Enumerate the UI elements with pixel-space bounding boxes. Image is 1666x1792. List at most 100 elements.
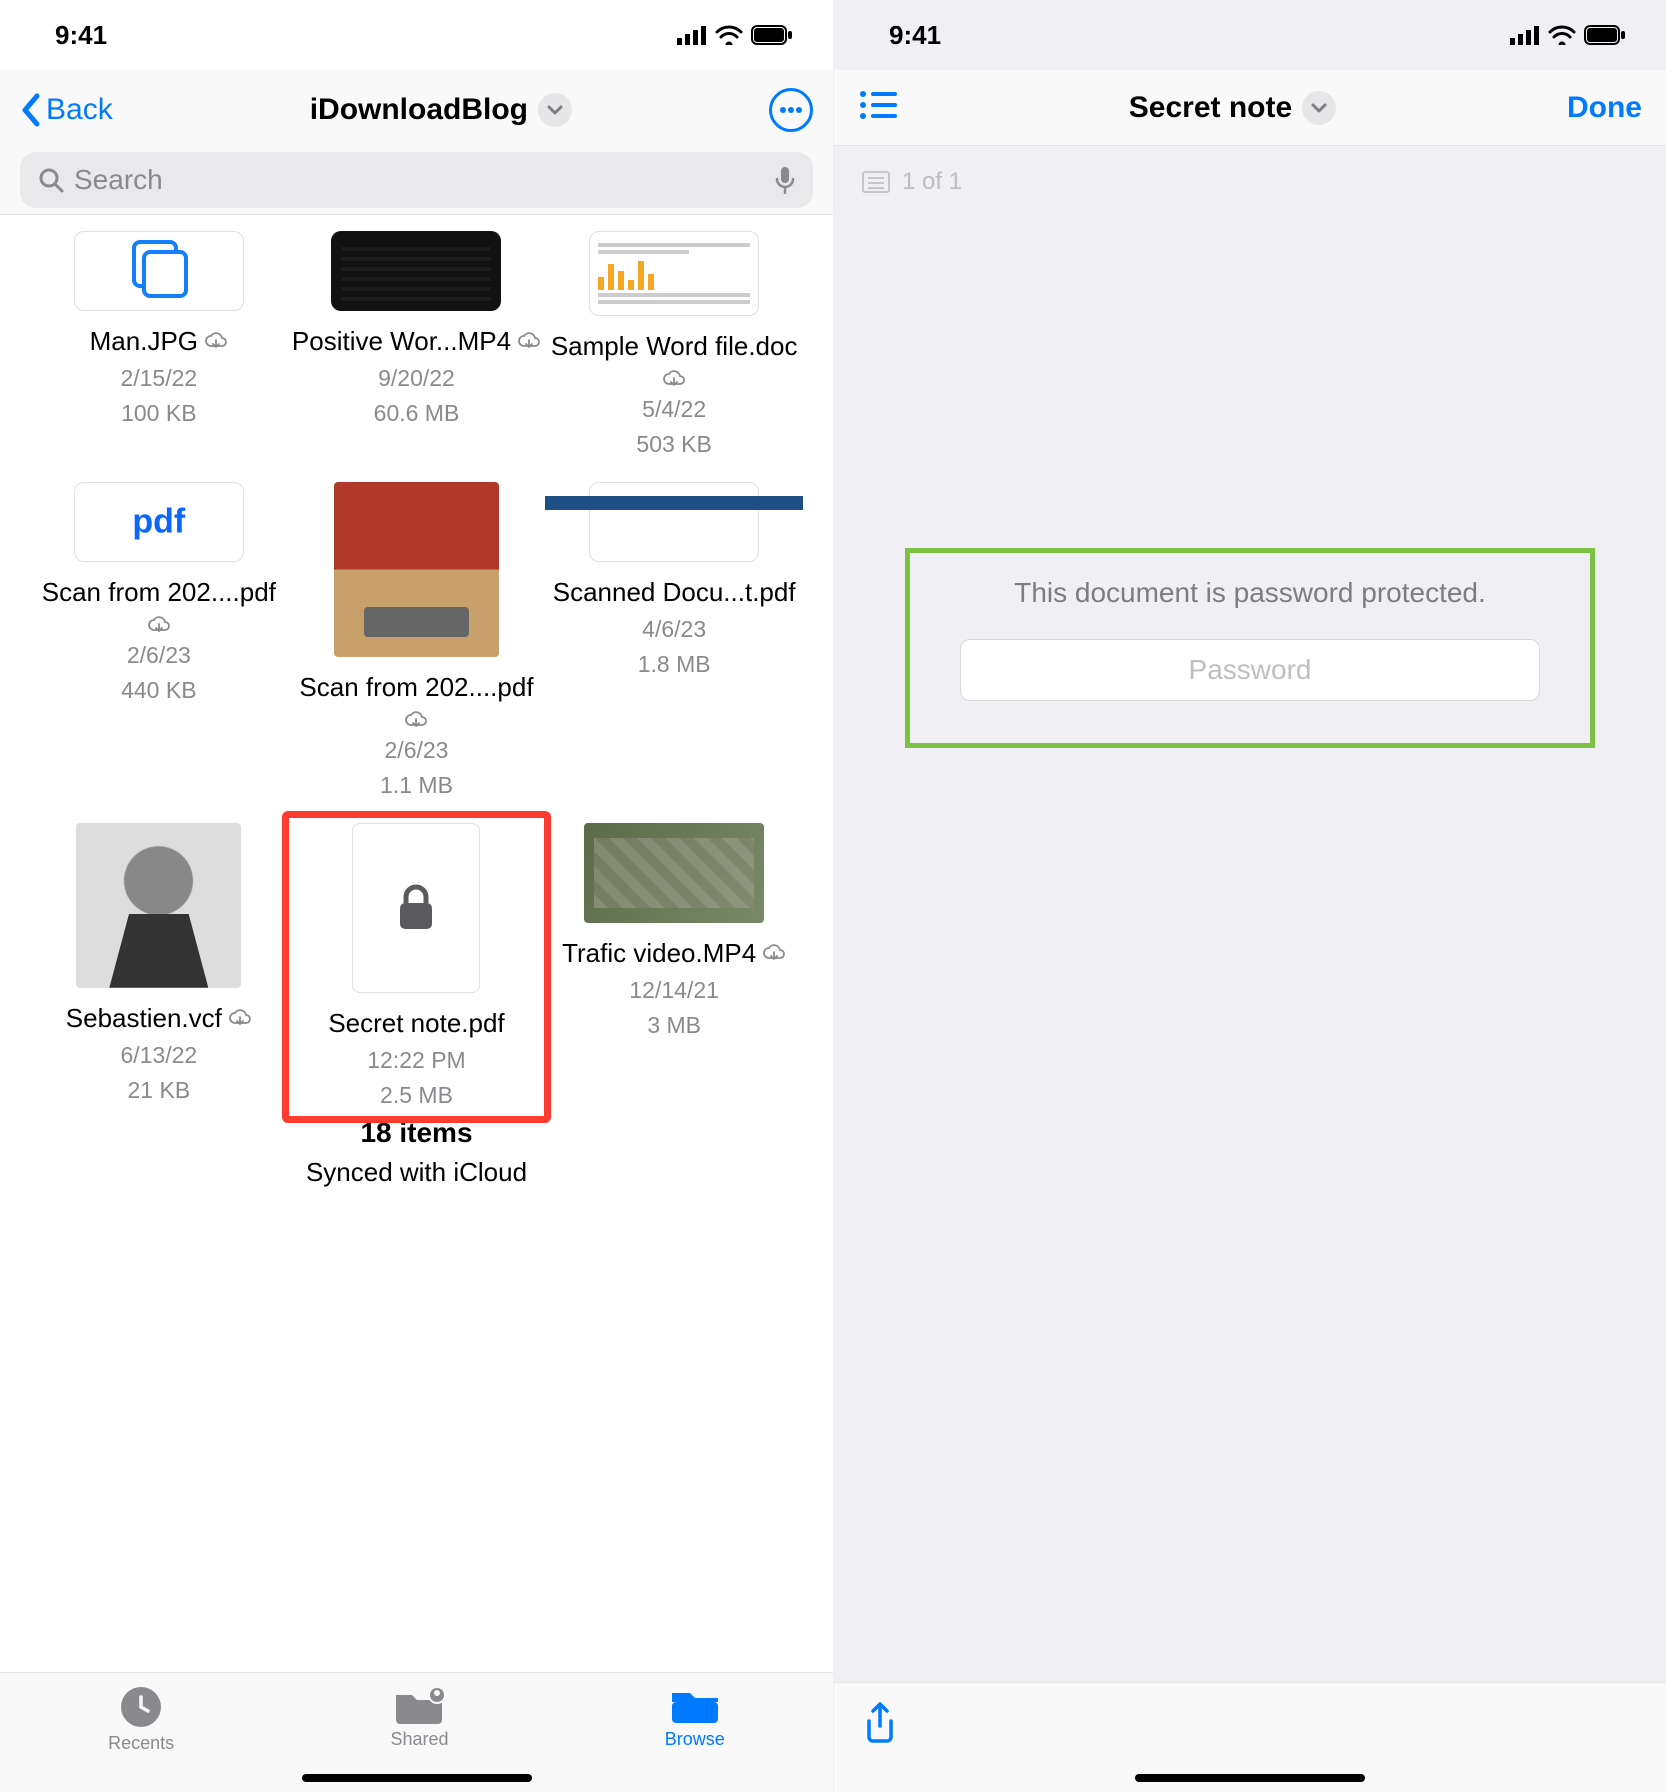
status-time: 9:41 — [55, 20, 107, 51]
file-size: 21 KB — [128, 1075, 191, 1106]
file-item[interactable]: Positive Wor...MP49/20/2260.6 MB — [288, 225, 546, 466]
done-button[interactable]: Done — [1567, 91, 1642, 125]
file-date: 12/14/21 — [629, 975, 719, 1006]
page-label: 1 of 1 — [902, 168, 962, 196]
lock-icon — [394, 883, 438, 933]
file-date: 2/6/23 — [127, 640, 191, 671]
status-icons — [677, 25, 793, 45]
title-chevron-icon[interactable] — [538, 93, 572, 127]
file-item[interactable]: Secret note.pdf 12:22 PM 2.5 MB — [288, 817, 546, 1117]
back-label: Back — [46, 93, 113, 127]
folder-title: iDownloadBlog — [310, 93, 528, 127]
battery-icon — [1584, 25, 1626, 45]
item-count: 18 items — [30, 1117, 803, 1149]
file-date: 5/4/22 — [642, 394, 706, 425]
page-icon — [862, 171, 890, 193]
file-item[interactable]: Man.JPG 2/15/22 100 KB — [30, 225, 288, 466]
preview-nav-bar: Secret note Done — [834, 70, 1666, 146]
search-placeholder: Search — [74, 164, 163, 196]
thumbnail — [331, 231, 501, 311]
nav-bar: Back iDownloadBlog Search — [0, 70, 833, 215]
mic-icon[interactable] — [775, 166, 795, 194]
thumbnail: pdf — [74, 482, 244, 562]
search-icon — [38, 167, 64, 193]
file-date: 6/13/22 — [120, 1040, 197, 1071]
password-placeholder: Password — [1189, 654, 1312, 686]
cloud-download-icon — [517, 332, 541, 352]
file-date: 2/15/22 — [120, 363, 197, 394]
home-indicator[interactable] — [1135, 1774, 1365, 1782]
folder-summary: 18 items Synced with iCloud — [30, 1117, 803, 1208]
file-item[interactable]: Sample Word file.doc 5/4/22 503 KB — [545, 225, 803, 466]
page-indicator: 1 of 1 — [834, 146, 1666, 218]
more-button[interactable] — [769, 88, 813, 132]
cloud-download-icon — [228, 1009, 252, 1029]
thumbnail — [352, 823, 480, 993]
file-date: 2/6/23 — [385, 735, 449, 766]
cloud-download-icon — [404, 711, 428, 731]
sync-status: Synced with iCloud — [30, 1157, 803, 1188]
cloud-download-icon — [204, 332, 228, 352]
thumbnail — [334, 482, 499, 657]
thumbnail — [76, 823, 241, 988]
wifi-icon — [715, 25, 743, 45]
share-button[interactable] — [862, 1732, 898, 1749]
cloud-download-icon — [147, 616, 171, 636]
folder-title-wrap[interactable]: iDownloadBlog — [310, 93, 572, 127]
file-name: Man.JPG — [90, 325, 228, 359]
status-time: 9:41 — [889, 20, 941, 51]
tab-recents[interactable]: Recents — [108, 1685, 174, 1754]
password-input[interactable]: Password — [960, 639, 1540, 701]
file-name: Sample Word file.doc — [549, 330, 799, 390]
tab-browse[interactable]: Browse — [665, 1685, 725, 1750]
home-indicator[interactable] — [302, 1774, 532, 1782]
cloud-download-icon — [662, 370, 686, 390]
folder-icon — [669, 1685, 721, 1725]
file-item[interactable]: Sebastien.vcf 6/13/22 21 KB — [30, 817, 288, 1117]
list-button[interactable] — [858, 89, 898, 126]
ellipsis-icon — [779, 107, 803, 113]
file-size: 100 KB — [121, 398, 196, 429]
file-name: Secret note.pdf — [328, 1007, 504, 1041]
chevron-left-icon — [20, 93, 42, 127]
cloud-download-icon — [762, 944, 786, 964]
file-date: 4/6/23 — [642, 614, 706, 645]
clock-icon — [119, 1685, 163, 1729]
file-size: 440 KB — [121, 675, 196, 706]
thumbnail — [589, 231, 759, 316]
back-button[interactable]: Back — [20, 93, 113, 127]
wifi-icon — [1548, 25, 1576, 45]
file-name: Scanned Docu...t.pdf — [553, 576, 796, 610]
thumbnail — [74, 231, 244, 311]
battery-icon — [751, 25, 793, 45]
password-card: This document is password protected. Pas… — [905, 548, 1595, 748]
doc-title: Secret note — [1129, 91, 1292, 125]
status-bar: 9:41 — [834, 0, 1666, 70]
file-size: 3 MB — [647, 1010, 701, 1041]
file-item[interactable]: pdfScan from 202....pdf2/6/23440 KB — [30, 476, 288, 807]
file-date: 9/20/22 — [378, 363, 455, 394]
shared-folder-icon — [393, 1685, 445, 1725]
file-date: 12:22 PM — [367, 1045, 465, 1076]
cellular-icon — [1510, 25, 1540, 45]
title-chevron-icon[interactable] — [1302, 91, 1336, 125]
file-item[interactable]: Trafic video.MP4 12/14/21 3 MB — [545, 817, 803, 1117]
tab-shared[interactable]: Shared — [390, 1685, 448, 1750]
locked-message: This document is password protected. — [950, 577, 1550, 609]
file-size: 1.1 MB — [380, 770, 453, 801]
file-name: Trafic video.MP4 — [562, 937, 786, 971]
file-name: Positive Wor...MP4 — [292, 325, 541, 359]
file-item[interactable]: Scan from 202....pdf 2/6/23 1.1 MB — [288, 476, 546, 807]
file-size: 1.8 MB — [638, 649, 711, 680]
file-size: 2.5 MB — [380, 1080, 453, 1111]
status-bar: 9:41 — [0, 0, 833, 70]
file-name: Scan from 202....pdf — [292, 671, 542, 731]
file-item[interactable]: Scanned Docu...t.pdf 4/6/23 1.8 MB — [545, 476, 803, 807]
file-name: Sebastien.vcf — [66, 1002, 252, 1036]
status-icons — [1510, 25, 1626, 45]
doc-title-wrap[interactable]: Secret note — [1129, 91, 1336, 125]
share-icon — [862, 1701, 898, 1745]
file-size: 503 KB — [636, 429, 711, 460]
list-icon — [858, 89, 898, 121]
search-field[interactable]: Search — [20, 152, 813, 208]
